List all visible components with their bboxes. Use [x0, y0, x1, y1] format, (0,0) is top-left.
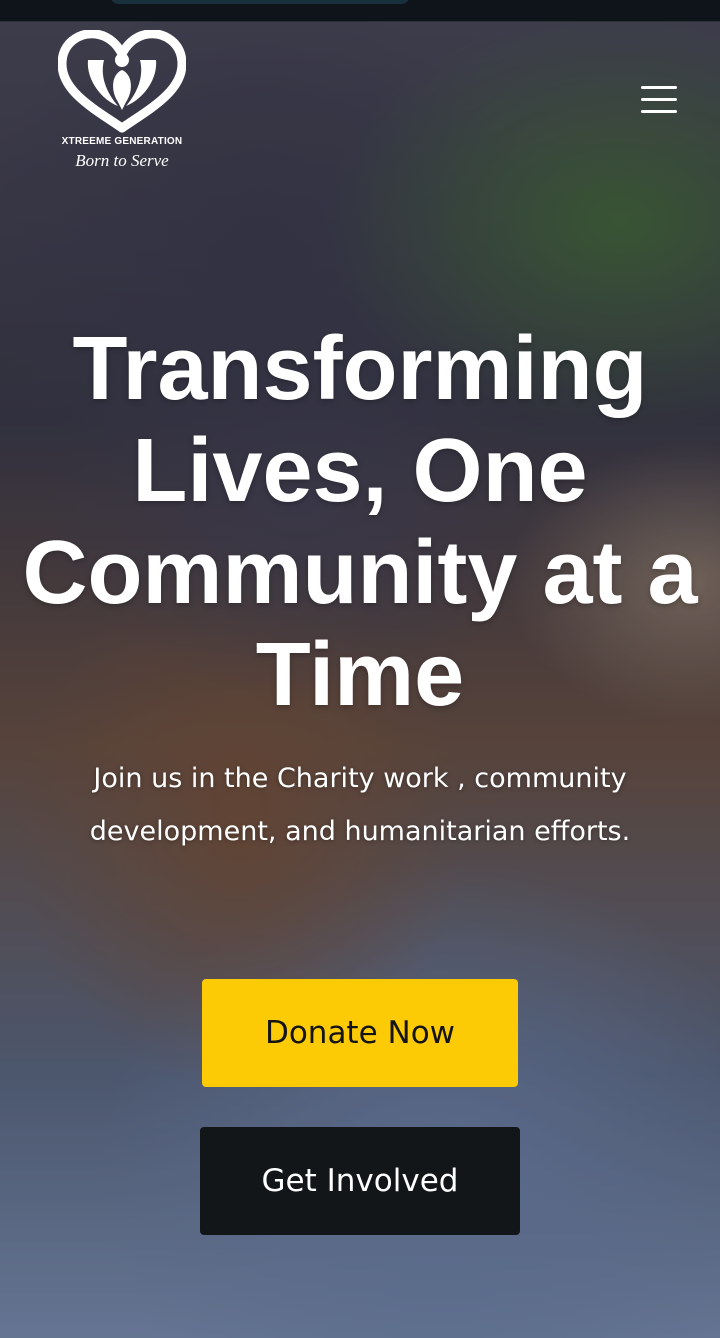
donate-now-button[interactable]: Donate Now — [202, 979, 518, 1087]
logo-tagline: Born to Serve — [75, 151, 169, 170]
heart-figure-logo-icon — [58, 30, 186, 133]
hamburger-menu-icon-bar — [641, 98, 677, 101]
hamburger-menu-icon-bar — [641, 110, 677, 113]
hamburger-menu-icon — [641, 86, 677, 89]
menu-button[interactable] — [638, 82, 680, 118]
browser-top-strip — [0, 0, 720, 22]
site-logo[interactable]: XTREEME GENERATION Born to Serve — [58, 30, 186, 175]
hero-subtitle: Join us in the Charity work , community … — [89, 763, 631, 847]
get-involved-button[interactable]: Get Involved — [200, 1127, 520, 1235]
hero-title: Transforming Lives, One Community at a T… — [22, 319, 698, 725]
logo-title: XTREEME GENERATION — [61, 136, 183, 147]
url-bar-edge — [110, 0, 410, 4]
page: XTREEME GENERATION Born to Serve Transfo… — [0, 0, 720, 1338]
